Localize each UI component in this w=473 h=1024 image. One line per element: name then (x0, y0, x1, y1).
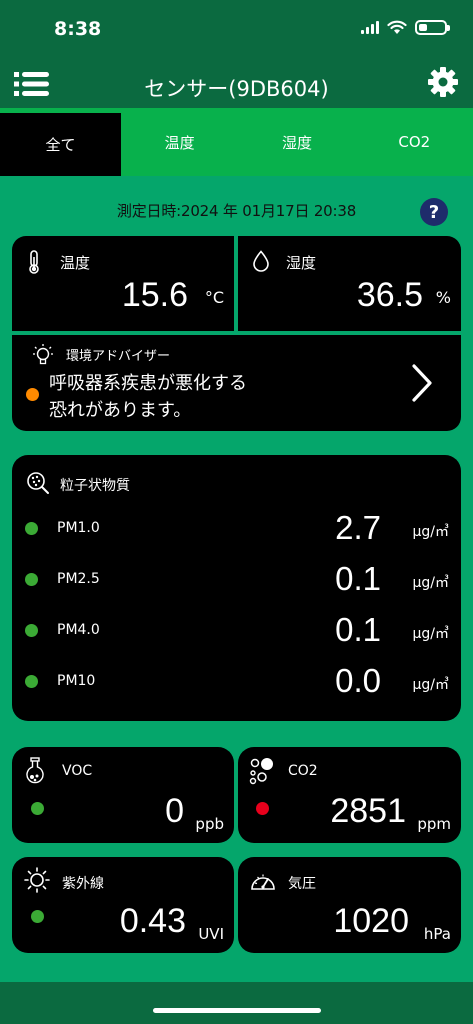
flask-icon (26, 757, 44, 784)
app-header: 8:38 センサー(9DB604) (0, 0, 473, 108)
water-drop-icon (253, 250, 269, 272)
pm10-value: 0.0 (335, 662, 381, 699)
humidity-label: 湿度 (286, 254, 317, 272)
thermometer-icon (29, 250, 39, 274)
status-time: 8:38 (54, 18, 102, 40)
lightbulb-icon (33, 344, 53, 365)
voc-card[interactable]: VOC 0 ppb (12, 747, 234, 843)
particulate-label: 粒子状物質 (60, 478, 130, 494)
particle-filter-icon (27, 472, 49, 494)
tab-temperature[interactable]: 温度 (121, 108, 238, 176)
uv-status-dot (31, 910, 44, 923)
humidity-value: 36.5 (356, 276, 423, 314)
pm4-label: PM4.0 (57, 622, 100, 638)
co2-unit: ppm (417, 815, 451, 833)
temperature-card[interactable]: 温度 15.6 °C (12, 236, 234, 331)
status-icons (361, 20, 450, 35)
wifi-icon (387, 20, 407, 34)
uv-card[interactable]: 紫外線 0.43 UVI (12, 857, 234, 953)
pm10-label: PM10 (57, 673, 96, 689)
voc-value: 0 (165, 792, 184, 830)
uv-unit: UVI (198, 925, 224, 943)
pm10-status-dot (25, 675, 38, 688)
pm25-unit: μg/㎥ (412, 575, 449, 591)
pm4-value: 0.1 (335, 611, 381, 648)
pm25-label: PM2.5 (57, 571, 100, 587)
co2-value: 2851 (330, 792, 406, 830)
gauge-icon (251, 874, 275, 890)
pm1-status-dot (25, 522, 38, 535)
advisor-card[interactable]: 環境アドバイザー 呼吸器系疾患が悪化する 恐れがあります。 (12, 335, 461, 431)
bubbles-icon (249, 758, 273, 785)
pressure-unit: hPa (423, 925, 451, 943)
pressure-value: 1020 (333, 902, 409, 940)
uv-label: 紫外線 (62, 876, 104, 892)
help-icon[interactable]: ? (420, 198, 448, 226)
cellular-signal-icon (361, 21, 379, 34)
battery-icon (415, 20, 450, 35)
pm4-unit: μg/㎥ (412, 626, 449, 642)
pm25-value: 0.1 (335, 560, 381, 597)
advisor-message-line1: 呼吸器系疾患が悪化する (49, 373, 247, 394)
pm1-unit: μg/㎥ (412, 524, 449, 540)
advisor-message-line2: 恐れがあります。 (49, 400, 192, 421)
pm4-status-dot (25, 624, 38, 637)
temperature-unit: °C (204, 288, 224, 307)
gear-icon[interactable] (427, 66, 459, 98)
pm10-unit: μg/㎥ (412, 677, 449, 693)
humidity-unit: % (435, 288, 451, 307)
chevron-right-icon[interactable] (410, 363, 434, 403)
sun-icon (24, 867, 50, 893)
temperature-label: 温度 (60, 254, 91, 272)
pm25-status-dot (25, 573, 38, 586)
advisor-status-dot (26, 388, 39, 401)
page-title: センサー(9DB604) (144, 77, 329, 101)
uv-value: 0.43 (119, 902, 186, 940)
tab-co2[interactable]: CO2 (356, 108, 473, 176)
tab-group: 温度 湿度 CO2 (121, 108, 473, 176)
advisor-label: 環境アドバイザー (66, 349, 171, 364)
co2-status-dot (256, 802, 269, 815)
co2-card[interactable]: CO2 2851 ppm (238, 747, 461, 843)
voc-status-dot (31, 802, 44, 815)
humidity-card[interactable]: 湿度 36.5 % (238, 236, 461, 331)
pressure-label: 気圧 (288, 876, 316, 892)
pm1-label: PM1.0 (57, 520, 100, 536)
bottom-bar (0, 982, 473, 1024)
measurement-datetime: 測定日時:2024 年 01月17日 20:38 (116, 202, 357, 220)
co2-label: CO2 (288, 763, 318, 779)
tab-bar: 全て 温度 湿度 CO2 (0, 108, 473, 176)
tab-humidity[interactable]: 湿度 (238, 108, 355, 176)
temperature-value: 15.6 (121, 276, 188, 314)
tab-all[interactable]: 全て (0, 113, 121, 176)
home-indicator[interactable] (153, 1008, 321, 1013)
voc-unit: ppb (195, 815, 224, 833)
particulate-card[interactable]: 粒子状物質 PM1.0 2.7 μg/㎥ PM2.5 0.1 μg/㎥ PM4.… (12, 455, 461, 721)
voc-label: VOC (62, 763, 93, 779)
pressure-card[interactable]: 気圧 1020 hPa (238, 857, 461, 953)
pm1-value: 2.7 (335, 509, 381, 546)
